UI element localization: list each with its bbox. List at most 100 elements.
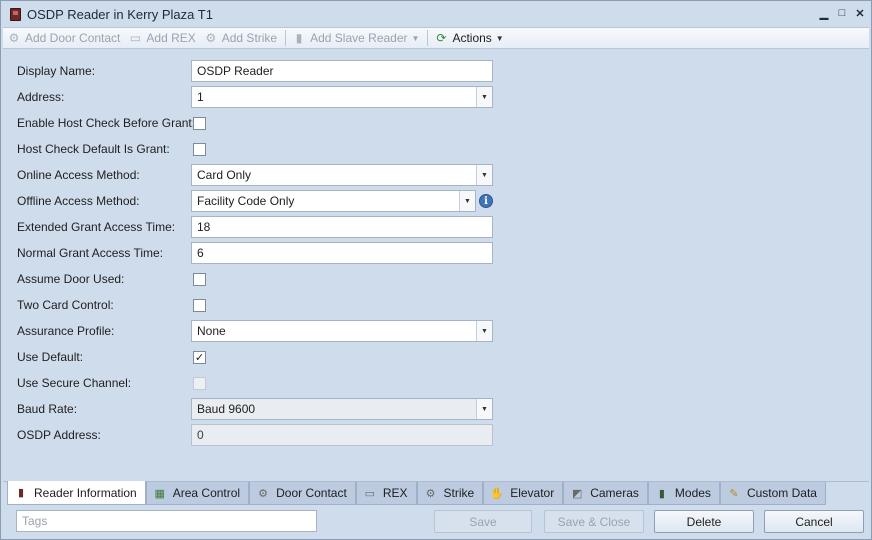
assurance-profile-label: Assurance Profile: [17,324,115,338]
tab-label: Reader Information [34,485,137,500]
tab-strike[interactable]: ⚙ Strike [416,482,484,505]
chevron-down-icon: ▼ [411,33,420,43]
tab-custom-data[interactable]: ✎ Custom Data [719,482,826,505]
add-rex-button[interactable]: ▭ Add REX [128,31,196,45]
save-button[interactable]: Save [434,510,532,533]
address-select[interactable]: 1 ▼ [191,86,493,108]
two-card-control-checkbox[interactable] [193,299,206,312]
tab-door-contact[interactable]: ⚙ Door Contact [249,482,356,505]
display-name-label: Display Name: [17,64,96,78]
add-strike-button[interactable]: ⚙ Add Strike [204,31,277,45]
extended-grant-label: Extended Grant Access Time: [17,220,176,234]
info-icon[interactable]: i [479,194,493,208]
normal-grant-label: Normal Grant Access Time: [17,246,164,260]
delete-button[interactable]: Delete [654,510,754,533]
assume-door-used-label: Assume Door Used: [17,272,125,286]
toolbar: ⚙ Add Door Contact ▭ Add REX ⚙ Add Strik… [3,27,869,49]
tab-label: Strike [443,486,475,500]
add-slave-reader-label: Add Slave Reader [310,31,408,45]
offline-access-label: Offline Access Method: [17,194,140,208]
address-value: 1 [197,90,204,104]
strike-icon: ⚙ [425,487,436,500]
enable-host-check-row: Enable Host Check Before Grant: [17,112,196,134]
normal-grant-row: Normal Grant Access Time: [17,242,191,264]
assume-door-used-checkbox[interactable] [193,273,206,286]
normal-grant-input[interactable]: 6 [191,242,493,264]
reader-icon: ▮ [17,487,25,499]
add-slave-reader-button[interactable]: ▮ Add Slave Reader ▼ [292,31,420,45]
display-name-input[interactable]: OSDP Reader [191,60,493,82]
actions-refresh-icon: ⟳ [436,31,447,45]
close-icon[interactable]: ✕ [855,6,865,20]
use-secure-channel-label: Use Secure Channel: [17,376,132,390]
tab-area-control[interactable]: ▦ Area Control [145,482,250,505]
address-row: Address: [17,86,191,108]
host-check-default-row: Host Check Default Is Grant: [17,138,191,160]
osdp-address-input[interactable]: 0 [191,424,493,446]
door-contact-icon: ⚙ [8,31,20,45]
add-strike-label: Add Strike [221,31,278,45]
assurance-profile-select[interactable]: None ▼ [191,320,493,342]
strike-icon: ⚙ [205,31,217,45]
tab-rex[interactable]: ▭ REX [355,482,417,505]
use-default-row: Use Default: [17,346,191,368]
assume-door-used-row: Assume Door Used: [17,268,191,290]
assurance-profile-value: None [197,324,226,338]
door-contact-icon: ⚙ [258,487,269,500]
osdp-address-row: OSDP Address: [17,424,191,446]
tab-strip: ▮ Reader Information ▦ Area Control ⚙ Do… [3,481,869,505]
maximize-icon[interactable]: □ [837,6,847,20]
baud-rate-select[interactable]: Baud 9600 ▼ [191,398,493,420]
assurance-profile-row: Assurance Profile: [17,320,191,342]
chevron-down-icon[interactable]: ▼ [476,399,492,419]
chevron-down-icon: ▼ [495,33,504,43]
use-default-checkbox[interactable]: ✓ [193,351,206,364]
tags-input[interactable]: Tags [16,510,317,532]
chevron-down-icon[interactable]: ▼ [476,321,492,341]
tab-elevator[interactable]: ✋ Elevator [483,482,564,505]
chevron-down-icon[interactable]: ▼ [476,87,492,107]
tab-label: Custom Data [746,486,817,500]
toolbar-separator [285,30,287,46]
online-access-row: Online Access Method: [17,164,191,186]
use-secure-channel-checkbox[interactable] [193,377,206,390]
extended-grant-input[interactable]: 18 [191,216,493,238]
host-check-default-checkbox[interactable] [193,143,206,156]
toolbar-separator [427,30,429,46]
actions-label: Actions [452,31,492,45]
slave-reader-icon: ▮ [295,31,303,45]
camera-icon: ◩ [572,487,583,500]
tab-label: Cameras [590,486,639,500]
tab-label: Area Control [172,486,241,500]
custom-data-icon: ✎ [729,487,739,500]
two-card-control-row: Two Card Control: [17,294,191,316]
baud-rate-value: Baud 9600 [197,402,256,416]
minimize-icon[interactable]: ▁ [819,6,829,20]
add-rex-label: Add REX [146,31,196,45]
display-name-row: Display Name: [17,60,191,82]
tab-modes[interactable]: ▮ Modes [647,482,720,505]
rex-icon: ▭ [364,487,376,500]
chevron-down-icon[interactable]: ▼ [476,165,492,185]
baud-rate-label: Baud Rate: [17,402,78,416]
offline-access-select[interactable]: Facility Code Only ▼ [191,190,476,212]
footer-bar: Tags Save Save & Close Delete Cancel [3,506,869,539]
cancel-button[interactable]: Cancel [764,510,864,533]
modes-icon: ▮ [658,487,665,500]
osdp-address-label: OSDP Address: [17,428,101,442]
rex-icon: ▭ [129,31,142,45]
online-access-label: Online Access Method: [17,168,140,182]
save-close-button[interactable]: Save & Close [544,510,644,533]
tab-cameras[interactable]: ◩ Cameras [563,482,648,505]
tab-reader-information[interactable]: ▮ Reader Information [7,481,146,505]
reader-window: OSDP Reader in Kerry Plaza T1 ▁ □ ✕ ⚙ Ad… [0,0,872,540]
add-door-contact-button[interactable]: ⚙ Add Door Contact [7,31,121,45]
online-access-select[interactable]: Card Only ▼ [191,164,493,186]
actions-button[interactable]: ⟳ Actions ▼ [434,31,503,45]
use-default-label: Use Default: [17,350,84,364]
tab-label: Door Contact [276,486,347,500]
enable-host-check-checkbox[interactable] [193,117,206,130]
host-check-default-label: Host Check Default Is Grant: [17,142,170,156]
chevron-down-icon[interactable]: ▼ [459,191,475,211]
enable-host-check-label: Enable Host Check Before Grant: [17,116,196,130]
